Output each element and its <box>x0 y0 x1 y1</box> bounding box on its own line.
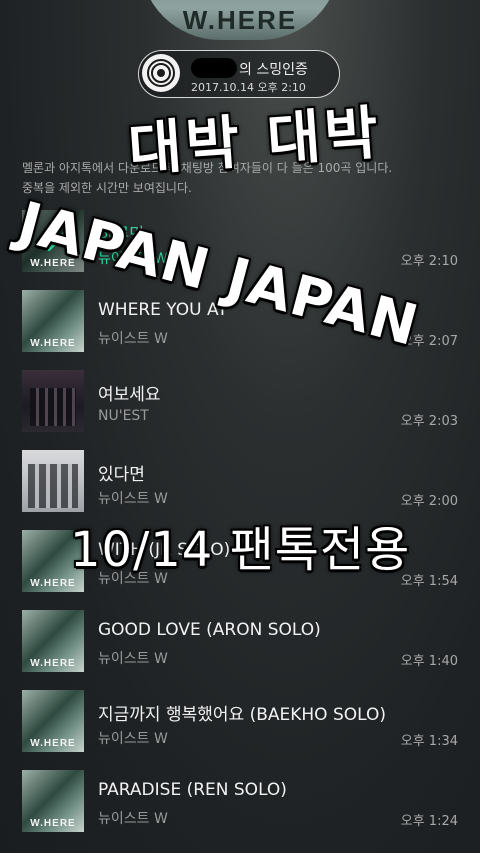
header-title: 의 스밍인증 <box>191 58 308 79</box>
track-row[interactable]: 여보세요 NU'EST 오후 2:03 <box>0 370 480 450</box>
notice-line-2: 중복을 제외한 시간만 보여집니다. <box>22 181 192 195</box>
track-artist: 뉴이스트 W <box>98 731 168 747</box>
track-title: 지금까지 행복했어요 (BAEKHO SOLO) <box>98 705 386 725</box>
track-title: GOOD LOVE (ARON SOLO) <box>98 620 321 640</box>
track-row[interactable]: 지금까지 행복했어요 (BAEKHO SOLO) 뉴이스트 W 오후 1:34 <box>0 690 480 770</box>
overlay-caption-1: 대박 대박 <box>126 98 385 184</box>
track-row[interactable]: GOOD LOVE (ARON SOLO) 뉴이스트 W 오후 1:40 <box>0 610 480 690</box>
track-time: 오후 1:40 <box>400 654 458 669</box>
album-thumbnail[interactable] <box>22 450 84 512</box>
album-thumbnail[interactable] <box>22 770 84 832</box>
track-time: 오후 2:10 <box>400 254 458 269</box>
album-thumbnail[interactable] <box>22 690 84 752</box>
redacted-username <box>191 58 237 78</box>
album-thumbnail[interactable] <box>22 290 84 352</box>
track-artist: 뉴이스트 W <box>98 651 168 667</box>
vinyl-disc-icon <box>142 54 180 92</box>
track-title: PARADISE (REN SOLO) <box>98 780 287 800</box>
track-artist: 뉴이스트 W <box>98 331 168 347</box>
track-row[interactable]: PARADISE (REN SOLO) 뉴이스트 W 오후 1:24 <box>0 770 480 850</box>
track-time: 오후 2:03 <box>400 414 458 429</box>
album-thumbnail[interactable] <box>22 610 84 672</box>
track-title: 여보세요 <box>98 385 161 405</box>
album-thumbnail[interactable] <box>22 370 84 432</box>
track-artist: NU'EST <box>98 408 149 424</box>
track-artist: 뉴이스트 W <box>98 491 168 507</box>
track-time: 오후 1:34 <box>400 734 458 749</box>
album-art-text: W.HERE <box>182 5 298 35</box>
header-title-text: 의 스밍인증 <box>239 62 308 78</box>
overlay-caption-3: 10/14 팬톡전용 <box>70 522 411 578</box>
track-time: 오후 2:00 <box>400 494 458 509</box>
album-art-top: W.HERE <box>140 0 340 40</box>
track-title: 있다면 <box>98 465 145 485</box>
track-time: 오후 1:24 <box>400 814 458 829</box>
track-artist: 뉴이스트 W <box>98 811 168 827</box>
